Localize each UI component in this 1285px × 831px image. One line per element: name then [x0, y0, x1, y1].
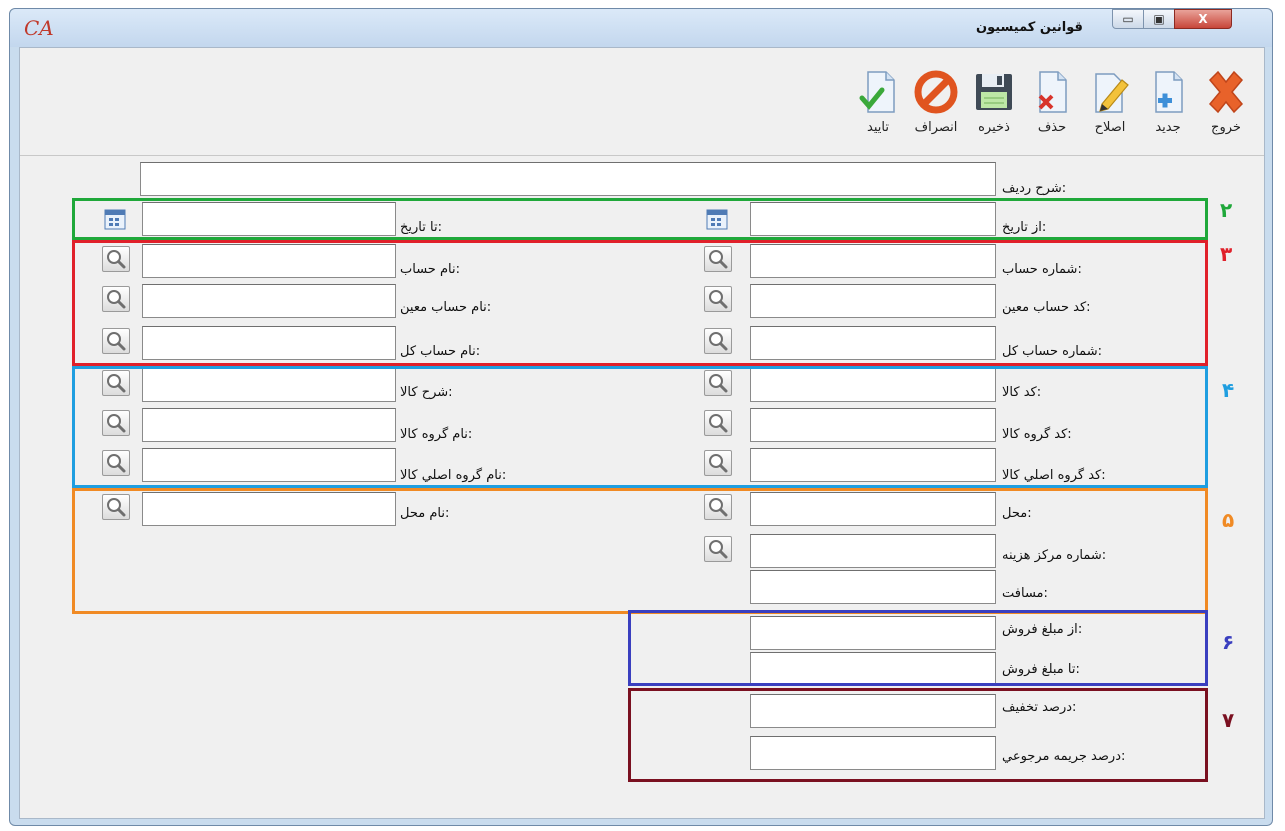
new-label: جديد: [1155, 120, 1181, 135]
new-document-icon: [1155, 71, 1183, 113]
close-button[interactable]: X: [1174, 9, 1232, 29]
app-logo: CA: [24, 16, 54, 40]
minimize-button[interactable]: ▭: [1112, 9, 1144, 29]
floppy-disk-icon: [976, 74, 1012, 110]
confirm-button[interactable]: تاييد: [848, 68, 908, 158]
exit-label: خروج: [1211, 120, 1241, 135]
commission-rules-window: CA قوانین کمیسیون ▭ ▣ X خروج جديد اصلاح …: [9, 8, 1273, 826]
group-box-4: [72, 366, 1208, 488]
exit-button[interactable]: خروج: [1196, 68, 1256, 158]
group-number-4: ۴: [1222, 378, 1235, 402]
delete-document-icon: [1038, 71, 1067, 113]
title-bar: CA قوانین کمیسیون ▭ ▣ X: [10, 9, 1272, 47]
check-document-icon: [859, 71, 895, 113]
group-box-6: [628, 610, 1208, 686]
group-number-7: ۷: [1222, 708, 1235, 732]
cancel-label: انصراف: [914, 120, 958, 135]
delete-label: حذف: [1037, 120, 1067, 135]
group-number-3: ۳: [1220, 242, 1233, 266]
group-box-2: [72, 198, 1208, 240]
group-number-2: ۲: [1220, 198, 1233, 222]
group-box-5: [72, 488, 1208, 614]
close-x-icon: [1208, 70, 1244, 114]
form-client-area: خروج جديد اصلاح حذف ذخيره انصراف تاييد ش…: [19, 47, 1265, 819]
confirm-label: تاييد: [867, 120, 889, 135]
pencil-document-icon: [1095, 73, 1129, 113]
cancel-circle-icon: [914, 70, 958, 114]
toolbar-separator: [20, 155, 1264, 156]
row-desc-input[interactable]: [140, 162, 996, 196]
group-number-6: ۶: [1222, 630, 1235, 654]
edit-label: اصلاح: [1094, 120, 1126, 135]
save-button[interactable]: ذخيره: [964, 68, 1024, 158]
delete-button[interactable]: حذف: [1022, 68, 1082, 158]
edit-button[interactable]: اصلاح: [1080, 68, 1140, 158]
group-box-7: [628, 688, 1208, 782]
group-box-3: [72, 240, 1208, 366]
new-button[interactable]: جديد: [1138, 68, 1198, 158]
row-desc-label: شرح رديف:: [1002, 181, 1067, 196]
maximize-button[interactable]: ▣: [1143, 9, 1175, 29]
group-number-5: ۵: [1222, 508, 1235, 532]
window-title: قوانین کمیسیون: [976, 20, 1083, 35]
cancel-button[interactable]: انصراف: [906, 68, 966, 158]
save-label: ذخيره: [978, 120, 1010, 135]
